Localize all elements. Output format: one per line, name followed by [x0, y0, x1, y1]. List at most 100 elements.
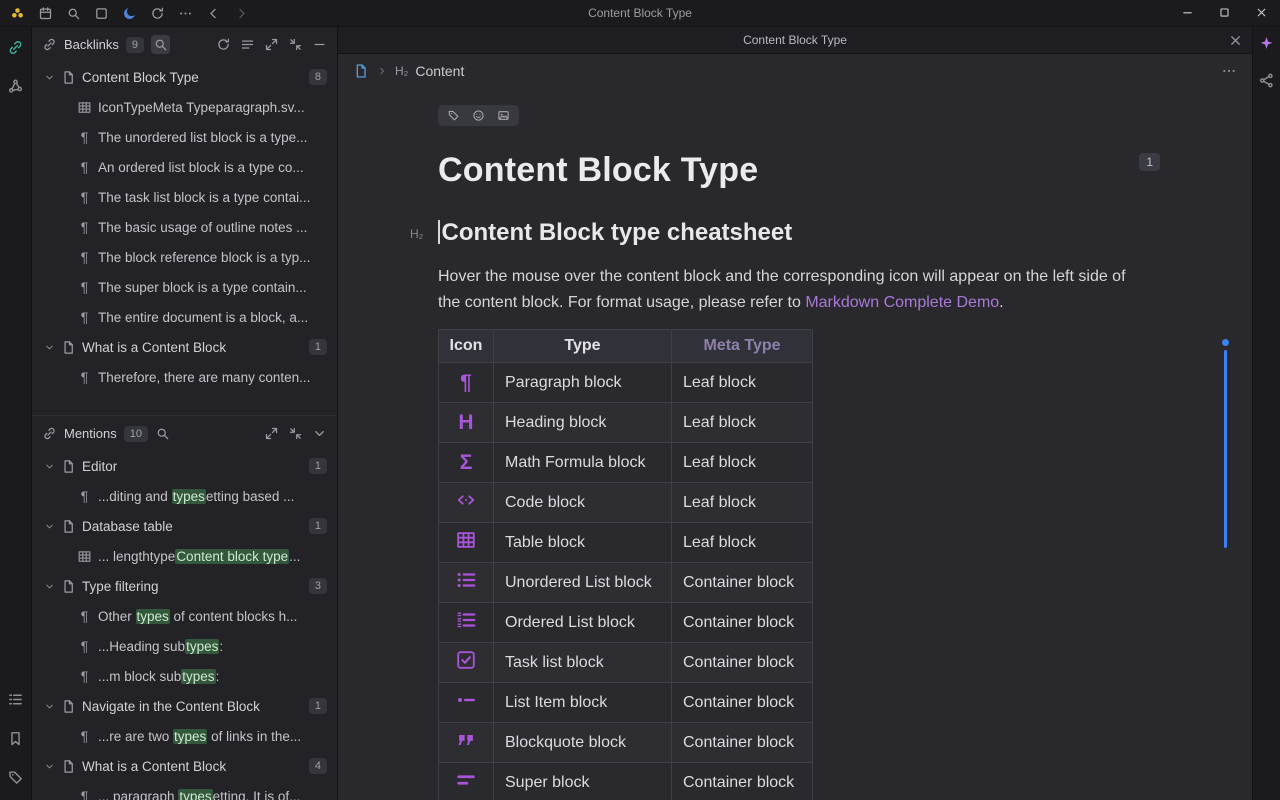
document-icon[interactable]	[353, 63, 369, 79]
ai-sparkle-icon[interactable]	[1258, 35, 1275, 52]
pilcrow-icon: ¶	[77, 489, 92, 504]
task-list-icon	[455, 649, 477, 671]
mentions-tools	[264, 426, 327, 441]
tab-title[interactable]: Content Block Type	[743, 33, 847, 47]
tree-item-row[interactable]: ¶ An ordered list block is a type co...	[32, 152, 337, 182]
share-graph-icon[interactable]	[1258, 72, 1275, 89]
left-dock-rail	[0, 27, 32, 800]
tree-doc-row[interactable]: What is a Content Block 1	[32, 332, 337, 362]
expand-icon[interactable]	[264, 37, 279, 52]
tree-item-row[interactable]: ¶ The unordered list block is a type...	[32, 122, 337, 152]
expand-icon[interactable]	[264, 426, 279, 441]
table-row: Task list block Container block	[439, 643, 813, 683]
chevron-down-icon[interactable]	[44, 461, 55, 472]
tree-doc-row[interactable]: Database table 1	[32, 511, 337, 541]
doc-title[interactable]: Content Block Type	[438, 151, 758, 190]
tree-doc-row[interactable]: Navigate in the Content Block 1	[32, 691, 337, 721]
tree-doc-row[interactable]: What is a Content Block 4	[32, 751, 337, 781]
tree-item-label: IconTypeMeta Typeparagraph.sv...	[98, 100, 305, 115]
chevron-down-icon[interactable]	[44, 701, 55, 712]
refresh-icon[interactable]	[216, 37, 231, 52]
table-cell-meta: Leaf block	[672, 403, 813, 443]
tree-doc-row[interactable]: Type filtering 3	[32, 571, 337, 601]
collapse-icon[interactable]	[288, 37, 303, 52]
table-cell-type: Unordered List block	[494, 563, 672, 603]
chevron-down-icon[interactable]	[44, 342, 55, 353]
breadcrumb-more-icon[interactable]	[1221, 63, 1237, 79]
match-highlight: types	[173, 729, 207, 744]
chevron-down-icon[interactable]	[44, 521, 55, 532]
pilcrow-icon: ¶	[77, 220, 92, 235]
tree-doc-row[interactable]: Editor 1	[32, 451, 337, 481]
outline-dock-icon[interactable]	[7, 691, 24, 708]
titlebar: Content Block Type	[0, 0, 1280, 27]
markdown-demo-link[interactable]: Markdown Complete Demo	[805, 294, 999, 311]
daily-note-icon[interactable]	[31, 0, 59, 26]
chevron-right-icon	[376, 65, 388, 77]
main-area: Content Block Type H₂ Content Content Bl…	[338, 27, 1252, 800]
pilcrow-icon: ¶	[77, 250, 92, 265]
chevron-down-icon[interactable]	[44, 761, 55, 772]
tree-item-row[interactable]: ¶ ...re are two types of links in the...	[32, 721, 337, 751]
paragraph[interactable]: Hover the mouse over the content block a…	[438, 264, 1140, 316]
emoji-icon[interactable]	[472, 109, 485, 122]
tree-item-row[interactable]: ¶ The basic usage of outline notes ...	[32, 212, 337, 242]
heading-gutter-tag: H₂	[410, 227, 423, 241]
collapse-icon[interactable]	[288, 426, 303, 441]
tree-item-row[interactable]: IconTypeMeta Typeparagraph.sv...	[32, 92, 337, 122]
table-row: Σ Math Formula block Leaf block	[439, 443, 813, 483]
tag-dock-icon[interactable]	[7, 769, 24, 786]
scroll-indicator-dot[interactable]	[1222, 339, 1229, 346]
minimize-button[interactable]	[1169, 0, 1206, 26]
theme-moon-icon[interactable]	[115, 0, 143, 26]
minimize-panel-icon[interactable]	[312, 37, 327, 52]
backlinks-section: Backlinks 9 Content Block Type 8	[32, 27, 337, 415]
more-menu-icon[interactable]	[171, 0, 199, 26]
tree-doc-label: Type filtering	[82, 579, 159, 594]
tree-item-row[interactable]: ¶ Other types of content blocks h...	[32, 601, 337, 631]
doc-ref-count-badge[interactable]: 1	[1139, 153, 1160, 171]
maximize-button[interactable]	[1206, 0, 1243, 26]
table-row: Code block Leaf block	[439, 483, 813, 523]
tab-close-icon[interactable]	[1228, 33, 1243, 48]
scrollbar[interactable]	[1224, 350, 1227, 548]
mentions-search-icon[interactable]	[155, 426, 170, 441]
image-icon[interactable]	[497, 109, 510, 122]
table-header-row: IconTypeMeta Type	[439, 330, 813, 363]
forward-icon[interactable]	[227, 0, 255, 26]
editor[interactable]: Content Block Type 1 H₂ Content Block ty…	[338, 87, 1252, 800]
chevron-down-icon[interactable]	[44, 72, 55, 83]
chevron-down-icon[interactable]	[312, 426, 327, 441]
tree-doc-row[interactable]: Content Block Type 8	[32, 62, 337, 92]
tree-item-row[interactable]: ¶ The super block is a type contain...	[32, 272, 337, 302]
table-icon	[455, 529, 477, 551]
tree-item-row[interactable]: ¶ ...Heading subtypes:	[32, 631, 337, 661]
chevron-down-icon[interactable]	[44, 581, 55, 592]
sync-refresh-icon[interactable]	[143, 0, 171, 26]
tree-item-row[interactable]: ¶ The block reference block is a typ...	[32, 242, 337, 272]
tree-item-row[interactable]: ¶ ...m block subtypes:	[32, 661, 337, 691]
section-heading[interactable]: Content Block type cheatsheet	[438, 219, 1160, 247]
search-icon[interactable]	[59, 0, 87, 26]
tag-icon[interactable]	[447, 109, 460, 122]
tree-item-row[interactable]: ¶ The task list block is a type contai..…	[32, 182, 337, 212]
bookmark-dock-icon[interactable]	[7, 730, 24, 747]
tree-item-row[interactable]: ¶ ... paragraph typesetting. It is of...	[32, 781, 337, 800]
table-cell-meta: Container block	[672, 603, 813, 643]
close-button[interactable]	[1243, 0, 1280, 26]
dock-panel-icon[interactable]	[87, 0, 115, 26]
breadcrumb-item[interactable]: Content	[415, 63, 464, 79]
tree-item-row[interactable]: ¶ ...diting and typesetting based ...	[32, 481, 337, 511]
sort-lines-icon[interactable]	[240, 37, 255, 52]
app-logo-icon[interactable]	[3, 0, 31, 26]
backlinks-search-icon[interactable]	[151, 35, 170, 54]
graph-dock-icon[interactable]	[7, 78, 24, 95]
tree-item-row[interactable]: ... lengthtypeContent block type...	[32, 541, 337, 571]
tree-item-row[interactable]: ¶ The entire document is a block, a...	[32, 302, 337, 332]
tree-item-row[interactable]: ¶ Therefore, there are many conten...	[32, 362, 337, 392]
tab-bar: Content Block Type	[338, 27, 1252, 54]
back-icon[interactable]	[199, 0, 227, 26]
table-cell-meta: Container block	[672, 563, 813, 603]
backlinks-dock-icon[interactable]	[7, 39, 24, 56]
tree-item-label: ...re are two types of links in the...	[98, 729, 301, 744]
